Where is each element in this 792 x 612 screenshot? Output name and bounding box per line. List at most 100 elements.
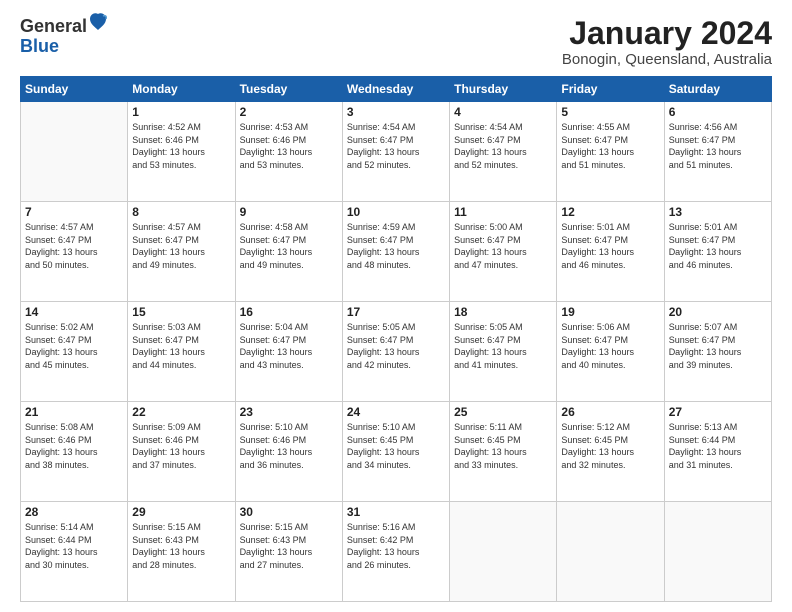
table-row: 16Sunrise: 5:04 AMSunset: 6:47 PMDayligh… <box>235 302 342 402</box>
cell-text: and 47 minutes. <box>454 259 552 272</box>
cell-text: Daylight: 13 hours <box>669 246 767 259</box>
header: General Blue January 2024 Bonogin, Queen… <box>20 16 772 68</box>
cell-text: Sunrise: 5:10 AM <box>347 421 445 434</box>
cell-text: Sunrise: 5:05 AM <box>347 321 445 334</box>
cell-text: Sunrise: 4:59 AM <box>347 221 445 234</box>
logo-blue: Blue <box>20 37 59 57</box>
cell-text: Daylight: 13 hours <box>240 346 338 359</box>
cell-text: Sunrise: 4:54 AM <box>347 121 445 134</box>
cell-text: Sunset: 6:46 PM <box>25 434 123 447</box>
cell-text: Sunset: 6:46 PM <box>240 434 338 447</box>
cell-text: Sunrise: 5:04 AM <box>240 321 338 334</box>
table-row: 9Sunrise: 4:58 AMSunset: 6:47 PMDaylight… <box>235 202 342 302</box>
header-saturday: Saturday <box>664 77 771 102</box>
week-row-1: 7Sunrise: 4:57 AMSunset: 6:47 PMDaylight… <box>21 202 772 302</box>
day-number: 20 <box>669 305 767 319</box>
cell-text: and 50 minutes. <box>25 259 123 272</box>
location: Bonogin, Queensland, Australia <box>562 51 772 68</box>
cell-text: and 28 minutes. <box>132 559 230 572</box>
table-row: 6Sunrise: 4:56 AMSunset: 6:47 PMDaylight… <box>664 102 771 202</box>
table-row: 27Sunrise: 5:13 AMSunset: 6:44 PMDayligh… <box>664 402 771 502</box>
cell-text: Sunset: 6:46 PM <box>132 434 230 447</box>
cell-text: Daylight: 13 hours <box>669 346 767 359</box>
cell-text: Daylight: 13 hours <box>454 246 552 259</box>
cell-text: Daylight: 13 hours <box>25 546 123 559</box>
cell-text: Sunset: 6:47 PM <box>561 334 659 347</box>
cell-text: Sunrise: 5:08 AM <box>25 421 123 434</box>
day-number: 9 <box>240 205 338 219</box>
cell-text: Daylight: 13 hours <box>347 346 445 359</box>
cell-text: and 30 minutes. <box>25 559 123 572</box>
cell-text: Sunrise: 5:14 AM <box>25 521 123 534</box>
cell-text: and 45 minutes. <box>25 359 123 372</box>
cell-text: Daylight: 13 hours <box>561 346 659 359</box>
cell-text: Sunset: 6:47 PM <box>454 334 552 347</box>
day-number: 16 <box>240 305 338 319</box>
table-row: 28 Sunrise: 5:14 AMSunset: 6:44 PMDayligh… <box>21 502 128 602</box>
day-number: 23 <box>240 405 338 419</box>
header-monday: Monday <box>128 77 235 102</box>
cell-text: Sunset: 6:47 PM <box>347 334 445 347</box>
cell-text: Sunset: 6:47 PM <box>561 234 659 247</box>
cell-text: Sunset: 6:47 PM <box>347 134 445 147</box>
cell-text: Sunset: 6:43 PM <box>240 534 338 547</box>
logo-text: General Blue <box>20 16 107 57</box>
cell-text: Sunset: 6:47 PM <box>561 134 659 147</box>
cell-text: Sunset: 6:45 PM <box>454 434 552 447</box>
table-row: 29Sunrise: 5:15 AMSunset: 6:43 PMDayligh… <box>128 502 235 602</box>
cell-text: Sunset: 6:47 PM <box>132 234 230 247</box>
cell-text: Daylight: 13 hours <box>25 446 123 459</box>
cell-text: Daylight: 13 hours <box>669 446 767 459</box>
header-thursday: Thursday <box>450 77 557 102</box>
day-number: 7 <box>25 205 123 219</box>
cell-text: and 27 minutes. <box>240 559 338 572</box>
day-number: 2 <box>240 105 338 119</box>
table-row: 22Sunrise: 5:09 AMSunset: 6:46 PMDayligh… <box>128 402 235 502</box>
cell-text: Daylight: 13 hours <box>561 446 659 459</box>
cell-text: and 51 minutes. <box>669 159 767 172</box>
cell-text: and 39 minutes. <box>669 359 767 372</box>
table-row: 21 Sunrise: 5:08 AMSunset: 6:46 PMDayligh… <box>21 402 128 502</box>
cell-text: and 51 minutes. <box>561 159 659 172</box>
cell-text: and 53 minutes. <box>132 159 230 172</box>
cell-text: Sunrise: 5:03 AM <box>132 321 230 334</box>
day-number: 19 <box>561 305 659 319</box>
month-title: January 2024 <box>562 16 772 51</box>
cell-text: and 38 minutes. <box>25 459 123 472</box>
table-row: 15Sunrise: 5:03 AMSunset: 6:47 PMDayligh… <box>128 302 235 402</box>
day-number: 14 <box>25 305 123 319</box>
cell-text: and 37 minutes. <box>132 459 230 472</box>
cell-text: Sunrise: 4:54 AM <box>454 121 552 134</box>
cell-text: Sunrise: 4:57 AM <box>132 221 230 234</box>
table-row: 14Sunrise: 5:02 AMSunset: 6:47 PMDayligh… <box>21 302 128 402</box>
cell-text: and 31 minutes. <box>669 459 767 472</box>
header-sunday: Sunday <box>21 77 128 102</box>
cell-text: Daylight: 13 hours <box>132 346 230 359</box>
table-row: 10Sunrise: 4:59 AMSunset: 6:47 PMDayligh… <box>342 202 449 302</box>
cell-text: Sunrise: 5:15 AM <box>132 521 230 534</box>
week-row-4: 28 Sunrise: 5:14 AMSunset: 6:44 PMDayligh… <box>21 502 772 602</box>
day-number: 28 <box>25 505 123 519</box>
cell-text: Sunset: 6:47 PM <box>454 234 552 247</box>
cell-text: Daylight: 13 hours <box>25 346 123 359</box>
table-row: 4Sunrise: 4:54 AMSunset: 6:47 PMDaylight… <box>450 102 557 202</box>
header-tuesday: Tuesday <box>235 77 342 102</box>
cell-text: and 33 minutes. <box>454 459 552 472</box>
day-number: 26 <box>561 405 659 419</box>
cell-text: Daylight: 13 hours <box>25 246 123 259</box>
cell-text: Sunset: 6:44 PM <box>25 534 123 547</box>
cell-text: Sunset: 6:47 PM <box>347 234 445 247</box>
cell-text: and 52 minutes. <box>454 159 552 172</box>
title-block: January 2024 Bonogin, Queensland, Austra… <box>562 16 772 68</box>
table-row: 8Sunrise: 4:57 AMSunset: 6:47 PMDaylight… <box>128 202 235 302</box>
day-number: 21 <box>25 405 123 419</box>
cell-text: Sunrise: 5:12 AM <box>561 421 659 434</box>
cell-text: and 44 minutes. <box>132 359 230 372</box>
cell-text: and 48 minutes. <box>347 259 445 272</box>
week-row-3: 21Sunrise: 5:08 AMSunset: 6:46 PMDayligh… <box>21 402 772 502</box>
day-number: 10 <box>347 205 445 219</box>
cell-text: Sunset: 6:47 PM <box>454 134 552 147</box>
table-row: 2Sunrise: 4:53 AMSunset: 6:46 PMDaylight… <box>235 102 342 202</box>
cell-text: Sunrise: 5:06 AM <box>561 321 659 334</box>
cell-text: Sunrise: 4:57 AM <box>25 221 123 234</box>
